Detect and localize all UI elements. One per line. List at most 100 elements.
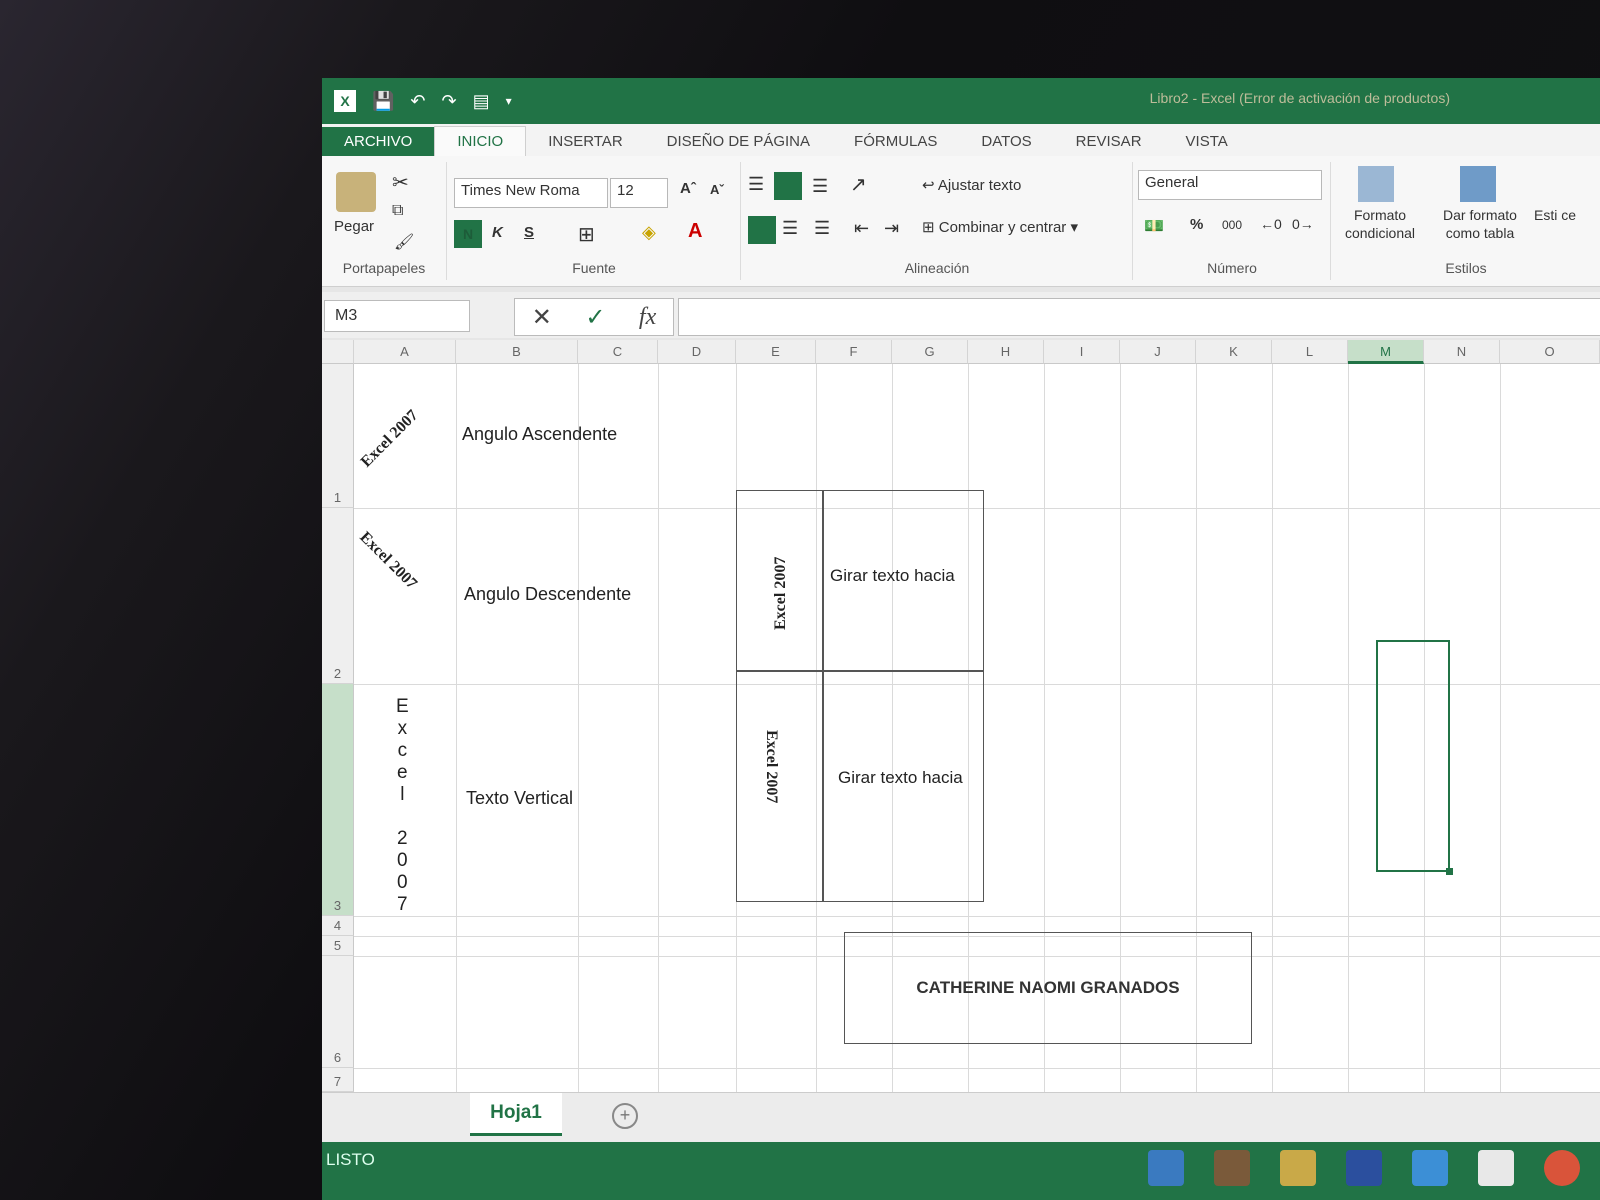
row-header-2[interactable]: 2: [322, 508, 354, 684]
row-header-4[interactable]: 4: [322, 916, 354, 936]
cell-b1[interactable]: Angulo Ascendente: [462, 424, 617, 445]
row-header-1[interactable]: 1: [322, 364, 354, 508]
column-header-b[interactable]: B: [456, 340, 578, 364]
align-middle-button[interactable]: [774, 172, 802, 200]
column-header-i[interactable]: I: [1044, 340, 1120, 364]
tab-archivo[interactable]: ARCHIVO: [322, 127, 435, 156]
format-as-table-button[interactable]: Dar formato como tabla: [1432, 206, 1528, 242]
bold-button[interactable]: N: [454, 220, 482, 248]
increase-indent-icon[interactable]: ⇥: [884, 218, 899, 239]
tab-inicio[interactable]: INICIO: [434, 126, 527, 156]
cut-icon[interactable]: ✂: [392, 170, 409, 195]
row-header-7[interactable]: 7: [322, 1068, 354, 1092]
align-right-icon[interactable]: ☰: [814, 218, 830, 239]
folder-icon[interactable]: [1280, 1150, 1316, 1186]
orientation-icon[interactable]: ↗: [850, 172, 867, 197]
column-header-k[interactable]: K: [1196, 340, 1272, 364]
column-header-f[interactable]: F: [816, 340, 892, 364]
save-icon[interactable]: 💾: [372, 91, 394, 112]
column-header-m[interactable]: M: [1348, 340, 1424, 364]
row-header-6[interactable]: 6: [322, 956, 354, 1068]
decrease-indent-icon[interactable]: ⇤: [854, 218, 869, 239]
percent-button[interactable]: %: [1190, 216, 1203, 233]
tab-insertar[interactable]: INSERTAR: [526, 127, 644, 156]
add-sheet-button[interactable]: +: [612, 1103, 638, 1129]
column-header-n[interactable]: N: [1424, 340, 1500, 364]
cell-styles-button[interactable]: Esti ce: [1534, 206, 1594, 224]
borders-icon[interactable]: ⊞: [578, 222, 595, 247]
worksheet-grid[interactable]: A B C D E F G H I J K L M N O 1 2 3 4 5 …: [322, 340, 1600, 1092]
column-header-c[interactable]: C: [578, 340, 658, 364]
column-header-o[interactable]: O: [1500, 340, 1600, 364]
align-top-icon[interactable]: ☰: [748, 174, 764, 195]
italic-button[interactable]: K: [492, 224, 503, 241]
font-name-select[interactable]: Times New Roma: [454, 178, 608, 208]
group-numero: General 💵 % 000 ←0 0→ Número: [1134, 162, 1331, 280]
range-divider: [822, 490, 824, 902]
fill-color-icon[interactable]: ◈: [642, 222, 656, 243]
cancel-icon[interactable]: ✕: [532, 303, 552, 332]
grow-font-icon[interactable]: Aˆ: [680, 180, 696, 197]
form-icon[interactable]: ▤: [473, 91, 490, 112]
column-header-l[interactable]: L: [1272, 340, 1348, 364]
cell-f3[interactable]: Girar texto hacia: [838, 768, 963, 788]
format-painter-icon[interactable]: 🖌: [394, 232, 414, 252]
insert-function-icon[interactable]: fx: [639, 304, 656, 331]
cell-b2[interactable]: Angulo Descendente: [464, 584, 631, 605]
align-bottom-icon[interactable]: ☰: [812, 176, 828, 197]
dropbox-icon[interactable]: [1478, 1150, 1514, 1186]
sheet-tab-hoja1[interactable]: Hoja1: [470, 1093, 562, 1136]
column-header-d[interactable]: D: [658, 340, 736, 364]
column-header-e[interactable]: E: [736, 340, 816, 364]
row-header-3[interactable]: 3: [322, 684, 354, 916]
taskbar-app-icon[interactable]: [1148, 1150, 1184, 1186]
cell-b3[interactable]: Texto Vertical: [466, 788, 573, 809]
merge-center-button[interactable]: ⊞ Combinar y centrar ▾: [922, 218, 1078, 236]
thousands-button[interactable]: 000: [1222, 218, 1242, 232]
formula-input[interactable]: [678, 298, 1600, 336]
increase-decimal-icon[interactable]: ←0: [1260, 216, 1282, 232]
paste-icon[interactable]: [336, 172, 376, 212]
undo-icon[interactable]: ↶: [410, 91, 425, 112]
mail-icon[interactable]: [1412, 1150, 1448, 1186]
row-header-5[interactable]: 5: [322, 936, 354, 956]
fill-handle[interactable]: [1446, 868, 1453, 875]
chrome-icon[interactable]: [1544, 1150, 1580, 1186]
merged-name-cell[interactable]: CATHERINE NAOMI GRANADOS: [844, 932, 1252, 1044]
paste-button[interactable]: Pegar: [334, 218, 374, 235]
tab-datos[interactable]: DATOS: [959, 127, 1053, 156]
font-size-select[interactable]: 12: [610, 178, 668, 208]
decrease-decimal-icon[interactable]: 0→: [1292, 216, 1314, 232]
number-format-select[interactable]: General: [1138, 170, 1322, 200]
underline-button[interactable]: S: [524, 224, 534, 241]
column-header-g[interactable]: G: [892, 340, 968, 364]
currency-icon[interactable]: 💵: [1144, 216, 1164, 236]
format-as-table-icon[interactable]: [1460, 166, 1496, 202]
group-alineacion: ☰ ☰ ↗ ☰ ☰ ⇤ ⇥ ↩ Ajustar texto ⊞ Combinar…: [742, 162, 1133, 280]
name-box[interactable]: M3: [324, 300, 470, 332]
range-divider: [736, 670, 984, 672]
align-left-button[interactable]: [748, 216, 776, 244]
selected-cell-m3[interactable]: [1376, 640, 1453, 875]
tab-revisar[interactable]: REVISAR: [1054, 127, 1164, 156]
select-all-corner[interactable]: [322, 340, 354, 364]
wrap-text-button[interactable]: ↩ Ajustar texto: [922, 176, 1021, 194]
tab-diseno-pagina[interactable]: DISEÑO DE PÁGINA: [645, 127, 832, 156]
align-center-icon[interactable]: ☰: [782, 218, 798, 239]
conditional-format-button[interactable]: Formato condicional: [1334, 206, 1426, 242]
tab-vista[interactable]: VISTA: [1164, 127, 1250, 156]
cell-f2[interactable]: Girar texto hacia: [830, 566, 955, 586]
column-header-h[interactable]: H: [968, 340, 1044, 364]
copy-icon[interactable]: ⧉: [392, 202, 403, 220]
tab-formulas[interactable]: FÓRMULAS: [832, 127, 959, 156]
conditional-format-icon[interactable]: [1358, 166, 1394, 202]
redo-icon[interactable]: ↷: [442, 91, 457, 112]
column-header-j[interactable]: J: [1120, 340, 1196, 364]
column-header-a[interactable]: A: [354, 340, 456, 364]
store-icon[interactable]: [1214, 1150, 1250, 1186]
font-color-icon[interactable]: A: [688, 220, 702, 243]
taskbar-app-icon[interactable]: [1346, 1150, 1382, 1186]
customize-qat-icon[interactable]: ▾: [506, 94, 512, 108]
enter-icon[interactable]: ✓: [585, 303, 605, 332]
shrink-font-icon[interactable]: Aˇ: [710, 182, 724, 197]
